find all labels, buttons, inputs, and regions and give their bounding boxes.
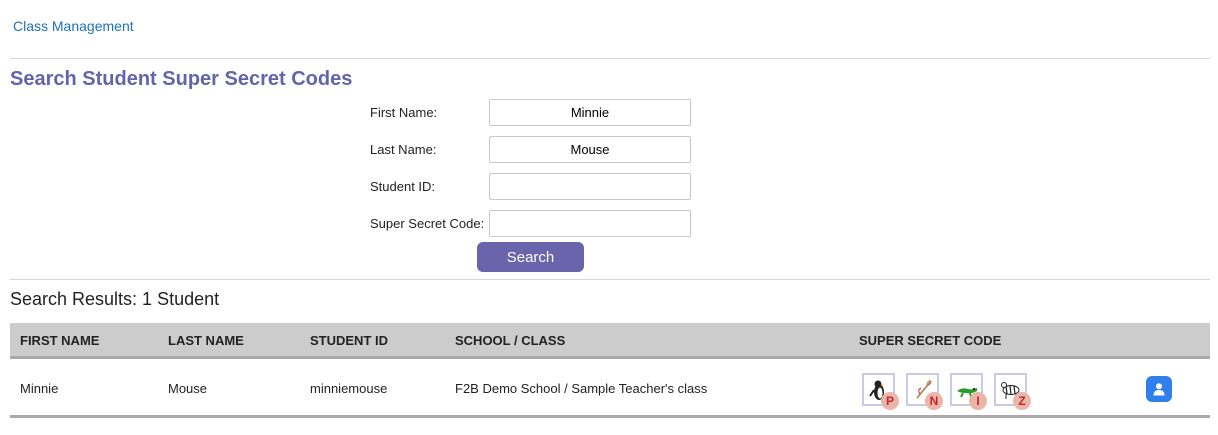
divider <box>10 58 1210 59</box>
student-profile-button[interactable] <box>1146 376 1172 402</box>
first-name-row: First Name: <box>370 99 700 126</box>
table-row: Minnie Mouse minniemouse F2B Demo School… <box>10 359 1210 418</box>
cell-last-name: Mouse <box>168 381 208 396</box>
column-header-first-name[interactable]: FIRST NAME <box>20 333 99 348</box>
cell-student-id: minniemouse <box>310 381 388 396</box>
cell-school-class: F2B Demo School / Sample Teacher's class <box>455 381 708 396</box>
code-letter-badge: I <box>969 392 987 410</box>
secret-code-input[interactable] <box>489 210 691 237</box>
user-icon <box>1153 383 1165 396</box>
last-name-input[interactable] <box>489 136 691 163</box>
column-header-student-id[interactable]: STUDENT ID <box>310 333 388 348</box>
last-name-row: Last Name: <box>370 136 700 163</box>
column-header-secret-code[interactable]: SUPER SECRET CODE <box>859 333 1001 348</box>
cell-first-name: Minnie <box>20 381 59 396</box>
code-letter-badge: Z <box>1013 392 1031 410</box>
student-id-input[interactable] <box>489 173 691 200</box>
student-id-row: Student ID: <box>370 173 700 200</box>
table-header: FIRST NAME LAST NAME STUDENT ID SCHOOL /… <box>10 323 1210 359</box>
secret-code-label: Super Secret Code: <box>370 216 485 231</box>
column-header-school-class[interactable]: SCHOOL / CLASS <box>455 333 565 348</box>
search-button[interactable]: Search <box>477 242 584 272</box>
first-name-label: First Name: <box>370 105 438 120</box>
breadcrumb-class-management[interactable]: Class Management <box>13 18 134 34</box>
page-title: Search Student Super Secret Codes <box>10 68 353 90</box>
code-letter-badge: N <box>925 392 943 410</box>
last-name-label: Last Name: <box>370 142 437 157</box>
results-title: Search Results: 1 Student <box>10 289 220 309</box>
student-id-label: Student ID: <box>370 179 436 194</box>
first-name-input[interactable] <box>489 99 691 126</box>
code-letter-badge: P <box>881 392 899 410</box>
divider <box>10 279 1210 280</box>
column-header-last-name[interactable]: LAST NAME <box>168 333 244 348</box>
secret-code-row: Super Secret Code: <box>370 210 700 237</box>
